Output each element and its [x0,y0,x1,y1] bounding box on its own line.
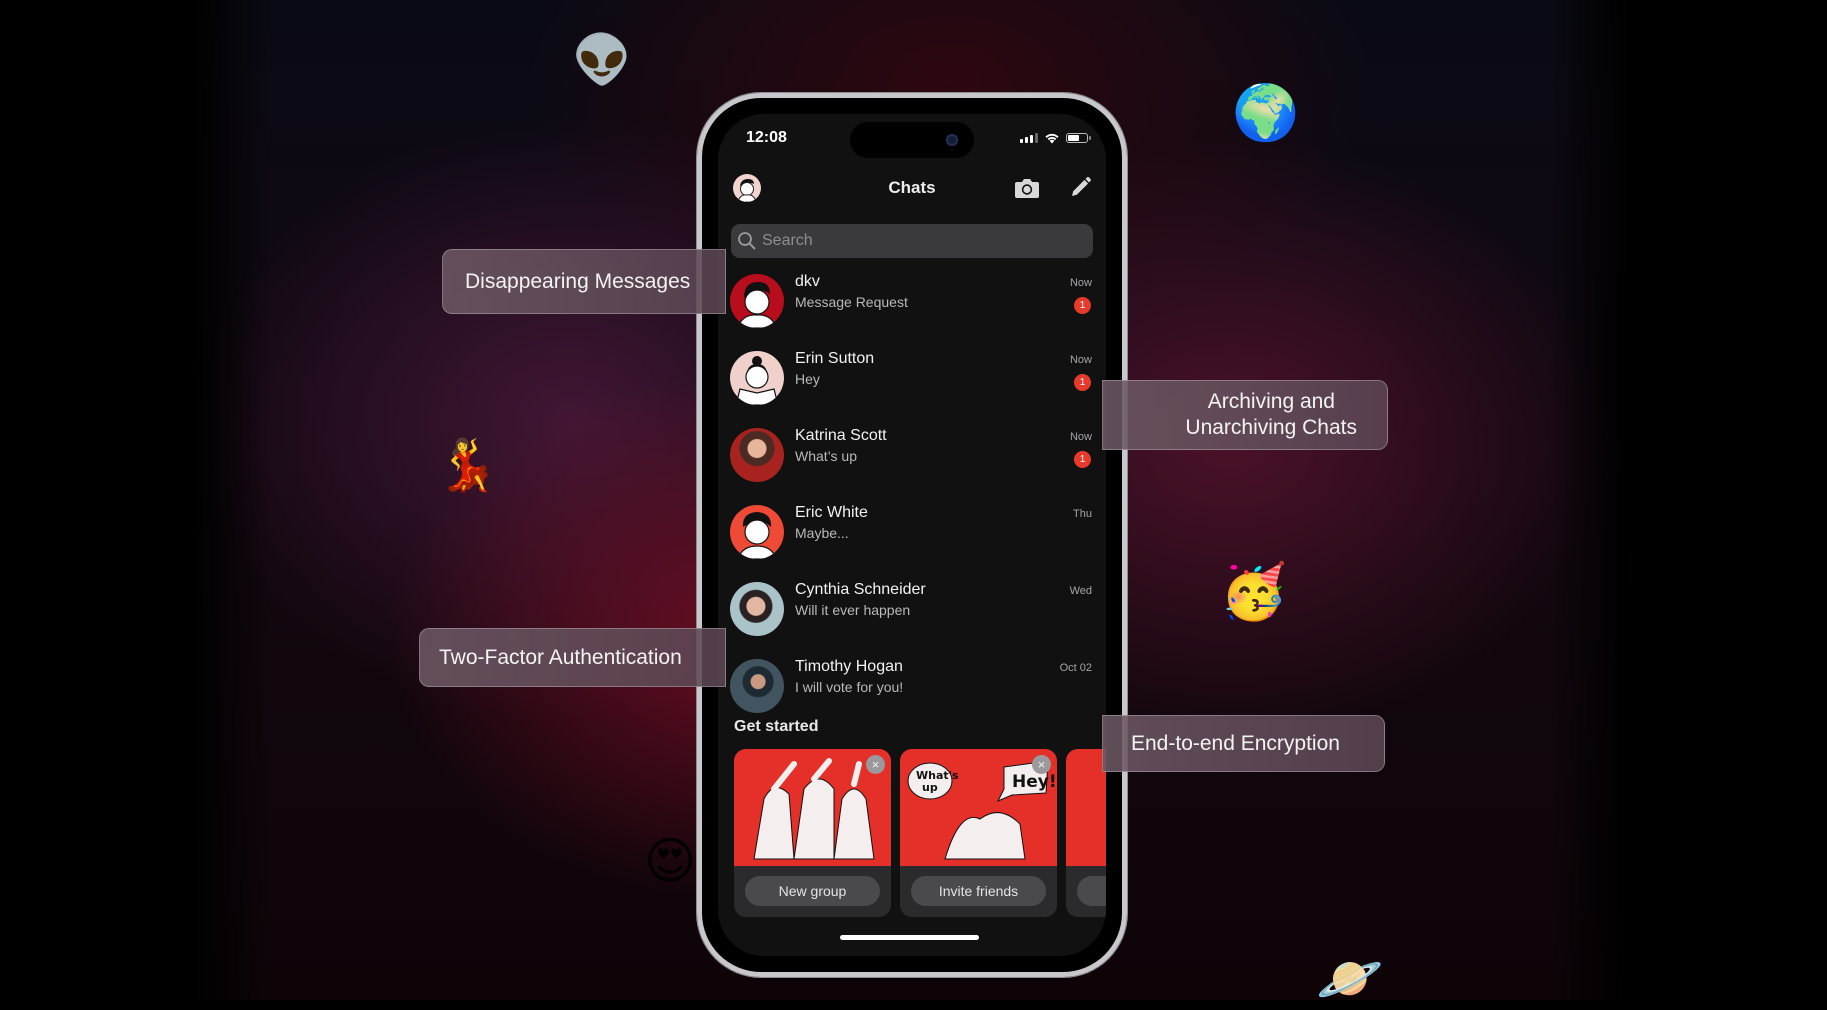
chat-row-timothy-hogan[interactable]: Timothy Hogan I will vote for you! Oct 0… [718,649,1106,726]
chat-time: Now [1069,277,1092,289]
front-camera-icon [946,134,958,146]
page-title: Chats [888,178,936,197]
callout-label: Two-Factor Authentication [439,645,682,669]
chat-preview: Hey [795,371,820,387]
phone-mockup: 12:08 Chats Search dkv Message Request N… [697,93,1127,977]
callout-label: Disappearing Messages [465,269,691,293]
chat-row-erin-sutton[interactable]: Erin Sutton Hey Now 1 [718,341,1106,418]
cellular-signal-icon [1020,133,1038,143]
home-indicator[interactable] [840,935,979,940]
chat-time: Thu [1073,508,1092,520]
chat-time: Now [1069,431,1092,443]
chat-list: dkv Message Request Now 1 Erin Sutton He… [718,264,1106,726]
avatar-illustration-icon [735,356,779,405]
wifi-icon [1045,133,1059,144]
unread-badge: 1 [1074,297,1091,314]
dancer-emoji-icon: 💃 [436,436,499,494]
chat-time: Oct 02 [1059,662,1092,674]
callout-two-factor-authentication: Two-Factor Authentication [419,628,726,687]
callout-label-line2: Unarchiving Chats [1185,416,1357,439]
chats-header: Chats [718,166,1106,210]
chat-row-katrina-scott[interactable]: Katrina Scott What’s up Now 1 [718,418,1106,495]
globe-emoji-icon: 🌍 [1232,81,1300,144]
chat-name: Timothy Hogan [795,658,903,675]
chat-row-cynthia-schneider[interactable]: Cynthia Schneider Will it ever happen We… [718,572,1106,649]
search-input[interactable] [760,231,1064,251]
chat-name: Eric White [795,504,868,521]
chat-preview: Maybe... [795,525,849,541]
phone-screen: 12:08 Chats Search dkv Message Request N… [718,114,1106,956]
chat-preview: I will vote for you! [795,679,904,695]
svg-text:up: up [922,781,938,794]
alien-emoji-icon: 👽 [572,32,632,88]
new-group-button[interactable]: New group [745,876,880,906]
camera-button[interactable] [1014,176,1040,200]
callout-label: End-to-end Encryption [1131,731,1340,755]
compose-button[interactable] [1068,176,1092,200]
party-face-emoji-icon: 🥳 [1220,560,1288,623]
chat-name: Cynthia Schneider [795,581,926,598]
group-illustration: × [734,749,891,866]
invite-friends-card[interactable]: What's up Hey! × Invite friends [900,749,1057,917]
chat-name: dkv [795,273,820,290]
invite-friends-button[interactable]: Invite friends [911,876,1046,906]
avatar-illustration-icon [737,282,777,328]
callout-label-line1: Archiving and [1207,390,1335,413]
avatar [730,351,784,405]
dismiss-card-button[interactable]: × [866,755,885,774]
pencil-icon [1072,176,1091,196]
chat-name: Katrina Scott [795,427,887,444]
camera-icon [1015,179,1039,198]
get-started-carousel[interactable]: × New group What's up Hey! × Invite frie… [734,749,1106,917]
partial-card[interactable] [1066,749,1106,917]
search-icon [738,232,756,250]
unread-badge: 1 [1074,451,1091,468]
callout-disappearing-messages: Disappearing Messages [442,249,726,314]
hey-bubble-text: Hey! [1012,772,1057,792]
chat-preview: Message Request [795,294,908,310]
avatar-photo [730,582,784,636]
dismiss-card-button[interactable]: × [1032,755,1051,774]
dynamic-island [850,122,974,158]
chat-row-eric-white[interactable]: Eric White Maybe... Thu [718,495,1106,572]
avatar-photo [730,659,784,713]
card-illustration [1066,749,1106,866]
status-icons [1020,132,1091,144]
avatar-illustration-icon [737,512,777,559]
chat-preview: What’s up [795,448,857,464]
heart-eyes-emoji-icon: 😍 [644,832,697,890]
callout-end-to-end-encryption: End-to-end Encryption [1102,715,1385,772]
new-group-card[interactable]: × New group [734,749,891,917]
get-started-heading: Get started [734,718,819,735]
search-bar[interactable] [731,224,1093,258]
battery-icon [1066,133,1091,143]
card-button[interactable] [1077,876,1106,906]
status-time: 12:08 [746,129,787,146]
unread-badge: 1 [1074,374,1091,391]
avatar-photo [730,428,784,482]
chat-time: Now [1069,354,1092,366]
chat-time: Wed [1069,585,1092,597]
ringed-planet-emoji-icon: 🪐 [1316,947,1384,1010]
avatar [730,505,784,559]
chat-preview: Will it ever happen [795,602,911,618]
chat-name: Erin Sutton [795,350,875,367]
callout-archiving-chats: Archiving and Unarchiving Chats [1102,380,1388,450]
invite-illustration: What's up Hey! × [900,749,1057,866]
chat-row-dkv[interactable]: dkv Message Request Now 1 [718,264,1106,341]
avatar [730,274,784,328]
